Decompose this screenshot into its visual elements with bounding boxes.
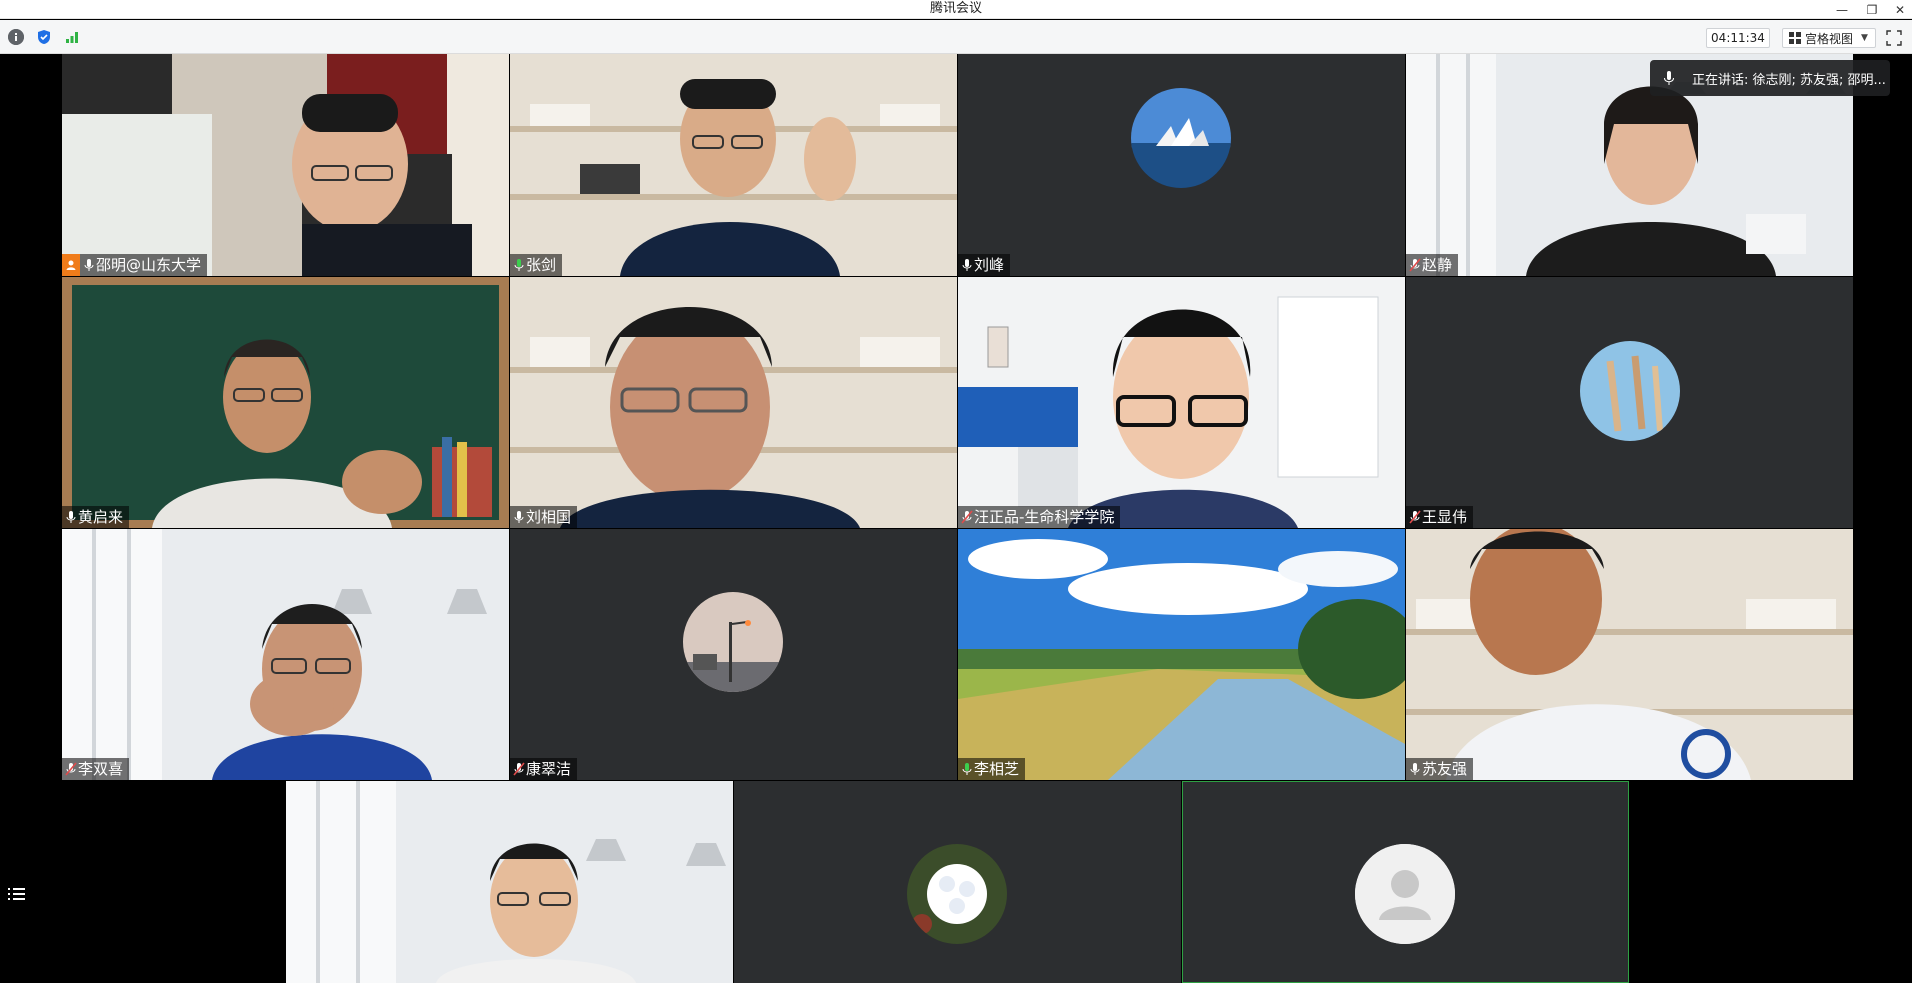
participant-nameplate: 赵静 <box>1406 254 1459 276</box>
meeting-toolbar: 04:11:34 宫格视图 ▼ <box>0 20 1912 54</box>
participant-name: 刘相国 <box>526 508 572 526</box>
participant-avatar <box>1580 341 1680 441</box>
mic-icon <box>1408 758 1422 780</box>
video-tile[interactable] <box>734 781 1181 983</box>
video-tile[interactable]: 李相芝 <box>958 529 1405 780</box>
participant-nameplate: 李双喜 <box>62 758 130 780</box>
participant-nameplate: 李相芝 <box>958 758 1026 780</box>
participant-video <box>958 529 1405 780</box>
participant-name: 黄启来 <box>78 508 124 526</box>
participant-nameplate: 苏友强 <box>1406 758 1474 780</box>
meeting-timer: 04:11:34 <box>1706 28 1770 48</box>
minimize-icon: — <box>1836 2 1848 17</box>
mic-muted-icon <box>64 758 78 780</box>
participant-name: 李相芝 <box>974 760 1020 778</box>
video-tile-active[interactable] <box>1182 781 1629 983</box>
mic-speaking-icon <box>512 254 526 276</box>
mic-muted-icon <box>512 758 526 780</box>
speaking-text: 正在讲话: 徐志刚; 苏友强; 邵明... <box>1692 72 1886 88</box>
video-tile[interactable]: 邵明@山东大学 <box>62 54 509 276</box>
restore-icon: ❐ <box>1866 2 1878 17</box>
window-title: 腾讯会议 <box>929 1 982 16</box>
video-tile[interactable]: 汪正品-生命科学学院 <box>958 277 1405 528</box>
participant-name: 王显伟 <box>1422 508 1468 526</box>
participant-name: 刘峰 <box>974 256 1005 274</box>
participant-video <box>510 277 957 528</box>
info-icon[interactable] <box>8 29 24 45</box>
participant-name: 苏友强 <box>1422 760 1468 778</box>
fullscreen-icon[interactable] <box>1886 30 1902 46</box>
chevron-down-icon: ▼ <box>1861 33 1868 43</box>
close-button[interactable]: ✕ <box>1888 0 1912 19</box>
participant-nameplate: 刘峰 <box>958 254 1011 276</box>
participant-name: 张剑 <box>526 256 557 274</box>
participant-avatar <box>1131 88 1231 188</box>
video-tile[interactable]: 李双喜 <box>62 529 509 780</box>
close-icon: ✕ <box>1894 2 1906 17</box>
shield-icon[interactable] <box>36 29 52 45</box>
speaking-indicator: 正在讲话: 徐志刚; 苏友强; 邵明... <box>1650 60 1890 96</box>
participant-name: 汪正品-生命科学学院 <box>974 508 1115 526</box>
mic-muted-icon <box>1408 506 1422 528</box>
video-tile[interactable]: 刘相国 <box>510 277 957 528</box>
mic-icon <box>960 254 974 276</box>
mic-muted-icon <box>960 506 974 528</box>
video-tile[interactable]: 张剑 <box>510 54 957 276</box>
participant-avatar <box>683 592 783 692</box>
participant-video <box>958 277 1405 528</box>
title-bar: 腾讯会议 — ❐ ✕ <box>0 0 1912 19</box>
mic-icon <box>512 506 526 528</box>
default-avatar-icon <box>1355 844 1455 944</box>
participant-video <box>62 277 509 528</box>
view-mode-label: 宫格视图 <box>1805 31 1854 46</box>
participant-nameplate: 黄启来 <box>62 506 130 528</box>
video-tile[interactable] <box>286 781 733 983</box>
view-mode-dropdown[interactable]: 宫格视图 ▼ <box>1782 28 1876 48</box>
mic-icon <box>82 254 96 276</box>
participant-name: 康翠洁 <box>526 760 572 778</box>
restore-button[interactable]: ❐ <box>1860 0 1884 19</box>
video-tile[interactable]: 康翠洁 <box>510 529 957 780</box>
participant-nameplate: 张剑 <box>510 254 563 276</box>
minimize-button[interactable]: — <box>1830 0 1854 19</box>
video-tile[interactable]: 苏友强 <box>1406 529 1853 780</box>
participant-nameplate: 汪正品-生命科学学院 <box>958 506 1121 528</box>
participant-nameplate: 王显伟 <box>1406 506 1474 528</box>
video-tile[interactable]: 王显伟 <box>1406 277 1853 528</box>
mic-icon <box>1660 70 1678 86</box>
participant-video <box>1406 529 1853 780</box>
mic-muted-icon <box>1408 254 1422 276</box>
member-list-icon[interactable] <box>8 886 26 902</box>
participant-video <box>62 529 509 780</box>
participant-avatar <box>907 844 1007 944</box>
signal-icon[interactable] <box>64 29 80 45</box>
participant-video <box>62 54 509 276</box>
participant-video <box>286 781 733 983</box>
mic-speaking-icon <box>960 758 974 780</box>
participant-nameplate: 邵明@山东大学 <box>62 254 208 276</box>
host-badge-icon <box>62 254 80 276</box>
participant-name: 邵明@山东大学 <box>96 256 202 274</box>
participant-name: 赵静 <box>1422 256 1453 274</box>
participant-nameplate: 康翠洁 <box>510 758 578 780</box>
video-tile[interactable]: 黄启来 <box>62 277 509 528</box>
participant-name: 李双喜 <box>78 760 124 778</box>
participant-nameplate: 刘相国 <box>510 506 578 528</box>
grid-view-icon <box>1789 32 1801 44</box>
video-tile[interactable]: 刘峰 <box>958 54 1405 276</box>
participant-video <box>510 54 957 276</box>
mic-icon <box>64 506 78 528</box>
